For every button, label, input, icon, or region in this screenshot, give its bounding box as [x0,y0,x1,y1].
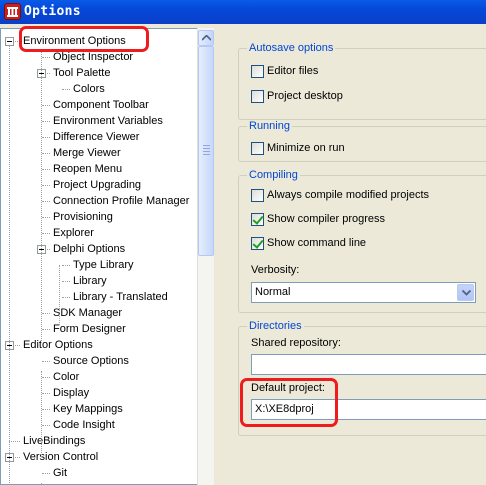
running-group: Running Minimize on run [238,120,486,162]
always-compile-checkbox[interactable]: Always compile modified projects [251,188,429,204]
tree-item-label: Environment Options [23,35,126,47]
tree-item-label: Code Insight [53,419,115,431]
show-command-line-check[interactable] [251,236,264,250]
tree-item-version-control[interactable]: Version Control [21,449,100,465]
tree-item-environment-options[interactable]: Environment Options [21,33,128,49]
app-icon[interactable] [4,3,21,20]
tree-item-tool-palette[interactable]: Tool Palette [51,65,112,81]
tree-item-label: Color [53,371,80,383]
options-panel: Autosave options Editor files Project de… [218,28,486,485]
tree-item-label: Merge Viewer [53,147,121,159]
tree-item-label: Type Library [73,259,134,271]
window-title: Options [24,4,81,19]
running-title: Running [247,120,292,132]
tree-item-explorer[interactable]: Explorer [51,225,96,241]
tree-item-label: Object Inspector [53,51,134,63]
tree-item-git[interactable]: Git [51,465,69,481]
tree-item-environment-variables[interactable]: Environment Variables [51,113,165,129]
autosave-title: Autosave options [247,42,336,54]
show-compiler-progress-check[interactable] [251,212,264,226]
tree-item-color[interactable]: Color [51,369,81,385]
tree-item-label: LiveBindings [23,435,86,447]
tree-item-label: Form Designer [53,323,126,335]
tree-item-label: Colors [73,83,105,95]
tree-item-difference-viewer[interactable]: Difference Viewer [51,129,141,145]
tree-item-livebindings[interactable]: LiveBindings [21,433,87,449]
tree-item-source-options[interactable]: Source Options [51,353,131,369]
tree-item-label: Project Upgrading [53,179,142,191]
tree-item-label: Git [53,467,68,479]
project-desktop-checkbox[interactable]: Project desktop [251,89,343,105]
chevron-down-icon[interactable] [457,284,474,301]
show-compiler-progress-checkbox[interactable]: Show compiler progress [251,212,385,228]
tree-item-label: Display [53,387,90,399]
editor-files-checkbox[interactable]: Editor files [251,64,318,80]
tree-item-label: Library [73,275,107,287]
verbosity-label: Verbosity: [251,264,300,276]
tree-item-label: Delphi Options [53,243,126,255]
tree-scrollbar[interactable] [197,28,214,485]
tree-item-library[interactable]: Library [71,273,109,289]
tree-item-object-inspector[interactable]: Object Inspector [51,49,135,65]
tree-item-label: Library - Translated [73,291,168,303]
tree-item-label: Key Mappings [53,403,123,415]
directories-group: Directories Shared repository: Default p… [238,320,486,436]
editor-files-check[interactable] [251,64,264,78]
tree-item-label: Editor Options [23,339,93,351]
tree-item-editor-options[interactable]: Editor Options [21,337,95,353]
tree-item-delphi-options[interactable]: Delphi Options [51,241,127,257]
tree-item-library-translated[interactable]: Library - Translated [71,289,170,305]
tree-item-connection-profile-manager[interactable]: Connection Profile Manager [51,193,191,209]
compiling-title: Compiling [247,169,300,181]
title-bar[interactable]: Options [0,0,486,24]
tree-item-label: SDK Manager [53,307,123,319]
tree-item-label: Explorer [53,227,94,239]
tree-item-label: Connection Profile Manager [53,195,190,207]
always-compile-check[interactable] [251,188,264,202]
tree-item-label: Source Options [53,355,129,367]
scroll-thumb[interactable] [198,46,214,256]
tree-item-label: Tool Palette [53,67,111,79]
tree-item-provisioning[interactable]: Provisioning [51,209,115,225]
tree-item-label: Environment Variables [53,115,163,127]
tree-item-colors[interactable]: Colors [71,81,107,97]
project-desktop-check[interactable] [251,89,264,103]
tree-item-component-toolbar[interactable]: Component Toolbar [51,97,151,113]
tree-item-label: Version Control [23,451,99,463]
autosave-group: Autosave options Editor files Project de… [238,42,486,120]
tree-item-label: Component Toolbar [53,99,149,111]
default-project-input[interactable]: X:\XE8dproj [251,399,486,420]
tree-item-project-upgrading[interactable]: Project Upgrading [51,177,143,193]
tree-item-merge-viewer[interactable]: Merge Viewer [51,145,123,161]
show-command-line-checkbox[interactable]: Show command line [251,236,366,252]
tree-item-key-mappings[interactable]: Key Mappings [51,401,125,417]
default-project-label: Default project: [251,382,325,394]
tree-item-label: Reopen Menu [53,163,123,175]
tree-item-form-designer[interactable]: Form Designer [51,321,128,337]
tree-item-label: Provisioning [53,211,113,223]
minimize-on-run-check[interactable] [251,141,264,155]
directories-title: Directories [247,320,304,332]
shared-repository-label: Shared repository: [251,337,341,349]
options-tree[interactable]: Environment Options Object Inspector Tool … [0,28,214,485]
tree-item-sdk-manager[interactable]: SDK Manager [51,305,124,321]
tree-item-type-library[interactable]: Type Library [71,257,136,273]
tree-item-display[interactable]: Display [51,385,91,401]
compiling-group: Compiling Always compile modified projec… [238,169,486,313]
scroll-up-button[interactable] [198,30,214,46]
minimize-on-run-checkbox[interactable]: Minimize on run [251,141,345,157]
tree-item-code-insight[interactable]: Code Insight [51,417,117,433]
tree-item-label: Difference Viewer [53,131,140,143]
verbosity-select[interactable]: Normal [251,282,476,303]
verbosity-value: Normal [255,286,291,298]
shared-repository-input[interactable] [251,354,486,375]
tree-item-reopen-menu[interactable]: Reopen Menu [51,161,124,177]
